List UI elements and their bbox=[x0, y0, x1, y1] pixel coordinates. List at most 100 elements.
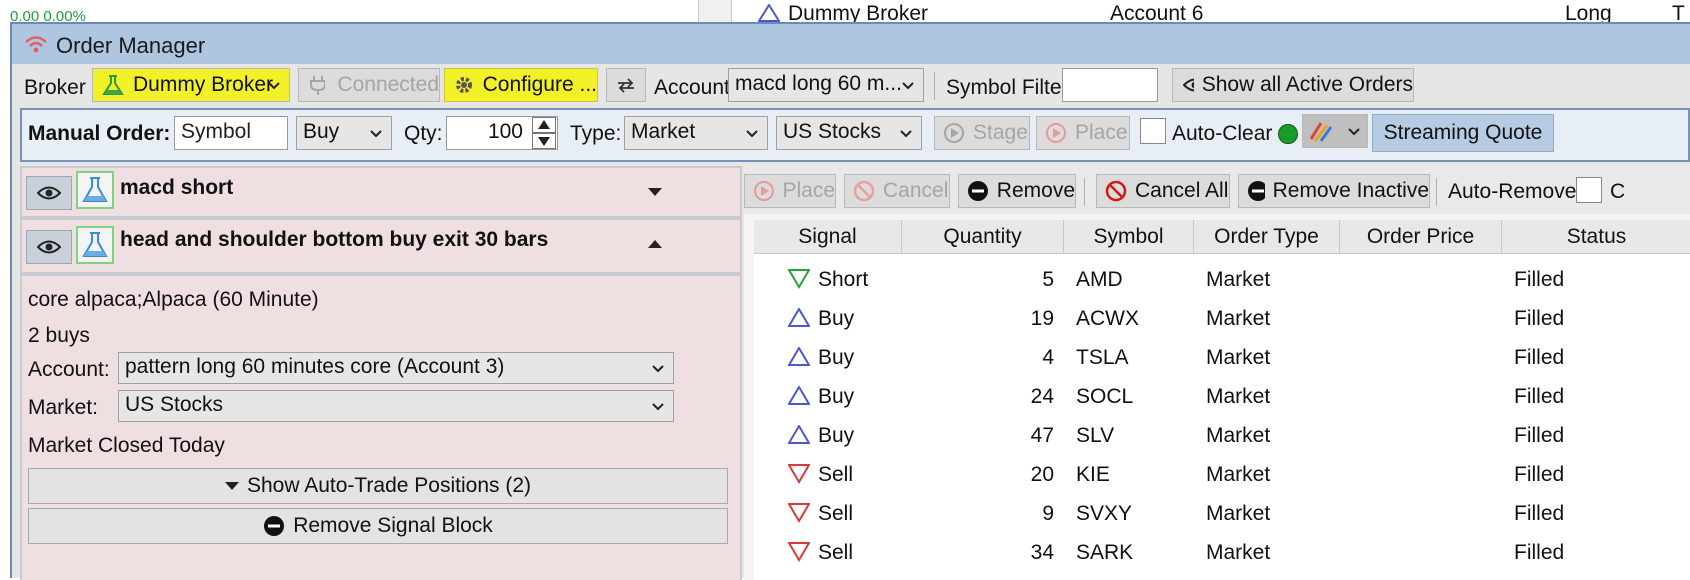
symbol-input[interactable]: Symbol bbox=[174, 116, 288, 150]
block-summary-text: 2 buys bbox=[28, 324, 90, 347]
order-type-dropdown[interactable]: Market bbox=[624, 116, 768, 150]
minus-circle-icon bbox=[1248, 181, 1265, 201]
order-row[interactable]: Sell 20 KIE Market Filled bbox=[754, 453, 1690, 495]
cancel-label: Cancel bbox=[883, 179, 949, 202]
expand-caret-icon[interactable] bbox=[648, 188, 662, 197]
order-row[interactable]: Sell 9 SVXY Market Filled bbox=[754, 492, 1690, 534]
order-symbol: TSLA bbox=[1076, 346, 1129, 369]
column-header-symbol[interactable]: Symbol bbox=[1064, 220, 1194, 254]
collapse-caret-icon[interactable] bbox=[648, 240, 662, 249]
orders-grid: Signal Quantity Symbol Order Type Order … bbox=[754, 220, 1690, 580]
manual-order-bar: Manual Order: Symbol Buy Qty: 100 Type: … bbox=[20, 108, 1690, 162]
minus-circle-icon bbox=[264, 516, 285, 536]
toolbar-separator bbox=[1084, 178, 1085, 206]
signal-block-name: head and shoulder bottom buy exit 30 bar… bbox=[120, 228, 549, 251]
side-dropdown[interactable]: Buy bbox=[296, 116, 392, 150]
streaming-quote-button[interactable]: Streaming Quote bbox=[1372, 114, 1554, 152]
signal-block-header[interactable]: head and shoulder bottom buy exit 30 bar… bbox=[22, 220, 740, 272]
remove-signal-block-button[interactable]: Remove Signal Block bbox=[28, 508, 728, 544]
order-symbol: SOCL bbox=[1076, 385, 1134, 408]
block-account-label: Account: bbox=[28, 358, 110, 381]
order-quantity: 9 bbox=[1042, 502, 1054, 525]
order-row[interactable]: Buy 19 ACWX Market Filled bbox=[754, 297, 1690, 339]
column-header-status[interactable]: Status bbox=[1502, 220, 1690, 254]
cancel-all-button[interactable]: Cancel All bbox=[1096, 174, 1230, 208]
broker-label: Broker bbox=[24, 76, 86, 99]
market-dropdown[interactable]: US Stocks bbox=[776, 116, 922, 150]
remove-inactive-button[interactable]: Remove Inactive bbox=[1238, 174, 1430, 208]
signal-block-header[interactable]: macd short bbox=[22, 168, 740, 216]
colorful-chart-icon bbox=[1309, 122, 1333, 142]
toolbar-separator bbox=[1436, 178, 1437, 206]
show-all-active-orders-button[interactable]: Show all Active Orders bbox=[1172, 68, 1414, 102]
column-header-order-price[interactable]: Order Price bbox=[1340, 220, 1502, 254]
refresh-button[interactable] bbox=[606, 68, 646, 102]
column-header-quantity[interactable]: Quantity bbox=[902, 220, 1064, 254]
toolbar-separator bbox=[934, 72, 935, 100]
window-title: Order Manager bbox=[56, 33, 206, 58]
place-button[interactable]: Place bbox=[744, 174, 836, 208]
chevron-down-icon bbox=[746, 130, 758, 138]
column-header-signal[interactable]: Signal bbox=[754, 220, 902, 254]
gear-icon bbox=[456, 77, 472, 93]
auto-clear-checkbox[interactable] bbox=[1140, 118, 1166, 144]
signal-flask-icon bbox=[76, 226, 114, 264]
broker-dropdown[interactable]: Dummy Broker bbox=[92, 68, 290, 102]
column-header-order-type[interactable]: Order Type bbox=[1194, 220, 1340, 254]
wifi-icon bbox=[25, 36, 47, 53]
account-dropdown[interactable]: macd long 60 m... bbox=[728, 68, 924, 102]
order-type: Market bbox=[1206, 268, 1271, 291]
order-quantity: 34 bbox=[1030, 541, 1054, 564]
qty-stepper[interactable] bbox=[532, 117, 556, 149]
cancel-all-icon bbox=[1105, 180, 1127, 202]
order-status: Filled bbox=[1514, 463, 1565, 486]
show-auto-trade-positions-button[interactable]: Show Auto-Trade Positions (2) bbox=[28, 468, 728, 504]
stepper-arrows-icon bbox=[532, 117, 556, 149]
visibility-toggle-button[interactable] bbox=[26, 176, 72, 210]
eye-icon bbox=[37, 186, 61, 200]
block-account-dropdown[interactable]: pattern long 60 minutes core (Account 3) bbox=[118, 352, 674, 384]
order-row[interactable]: Buy 4 TSLA Market Filled bbox=[754, 336, 1690, 378]
order-row[interactable]: Sell 34 SARK Market Filled bbox=[754, 531, 1690, 573]
eye-icon bbox=[1183, 78, 1194, 92]
streaming-quote-label: Streaming Quote bbox=[1383, 121, 1543, 144]
stage-button[interactable]: Stage bbox=[934, 116, 1030, 150]
auto-remove-checkbox[interactable] bbox=[1576, 177, 1602, 203]
chevron-down-icon bbox=[1348, 128, 1360, 136]
background-scrollbar[interactable] bbox=[698, 0, 732, 24]
order-row[interactable]: Short 5 AMD Market Filled bbox=[754, 258, 1690, 300]
manual-place-button[interactable]: Place bbox=[1036, 116, 1130, 150]
order-status: Filled bbox=[1514, 346, 1565, 369]
order-type: Market bbox=[1206, 463, 1271, 486]
sell-triangle-icon bbox=[788, 464, 810, 484]
order-row[interactable]: Buy 47 SLV Market Filled bbox=[754, 414, 1690, 456]
configure-button[interactable]: Configure ... bbox=[444, 68, 598, 102]
block-market-dropdown[interactable]: US Stocks bbox=[118, 390, 674, 422]
order-row[interactable]: Buy 24 SOCL Market Filled bbox=[754, 375, 1690, 417]
buy-triangle-icon bbox=[788, 425, 810, 444]
flask-icon bbox=[82, 177, 108, 202]
title-bar[interactable]: Order Manager bbox=[12, 24, 1690, 64]
order-quantity: 5 bbox=[1042, 268, 1054, 291]
side-dropdown-value: Buy bbox=[303, 120, 340, 143]
remove-button[interactable]: Remove bbox=[958, 174, 1076, 208]
sell-triangle-icon bbox=[788, 542, 810, 562]
chevron-down-icon bbox=[652, 365, 664, 373]
symbol-filter-input[interactable] bbox=[1062, 68, 1158, 102]
manual-order-label: Manual Order: bbox=[28, 122, 171, 145]
order-type-value: Market bbox=[631, 120, 696, 143]
configure-label: Configure ... bbox=[482, 73, 597, 96]
signal-blocks-pane: macd short head and shoulder bottom buy … bbox=[20, 166, 742, 580]
order-signal: Sell bbox=[818, 541, 854, 564]
chevron-down-icon bbox=[268, 82, 280, 90]
auto-remove-trailing-text: C bbox=[1610, 180, 1626, 203]
account-dropdown-value: macd long 60 m... bbox=[735, 72, 902, 95]
cancel-button[interactable]: Cancel bbox=[844, 174, 950, 208]
connected-button[interactable]: Connected bbox=[298, 68, 440, 102]
visibility-toggle-button[interactable] bbox=[26, 230, 72, 264]
block-market-value: US Stocks bbox=[125, 393, 224, 416]
order-status: Filled bbox=[1514, 424, 1565, 447]
order-signal: Sell bbox=[818, 463, 854, 486]
cancel-all-label: Cancel All bbox=[1135, 179, 1229, 202]
quote-source-dropdown[interactable] bbox=[1302, 114, 1368, 148]
